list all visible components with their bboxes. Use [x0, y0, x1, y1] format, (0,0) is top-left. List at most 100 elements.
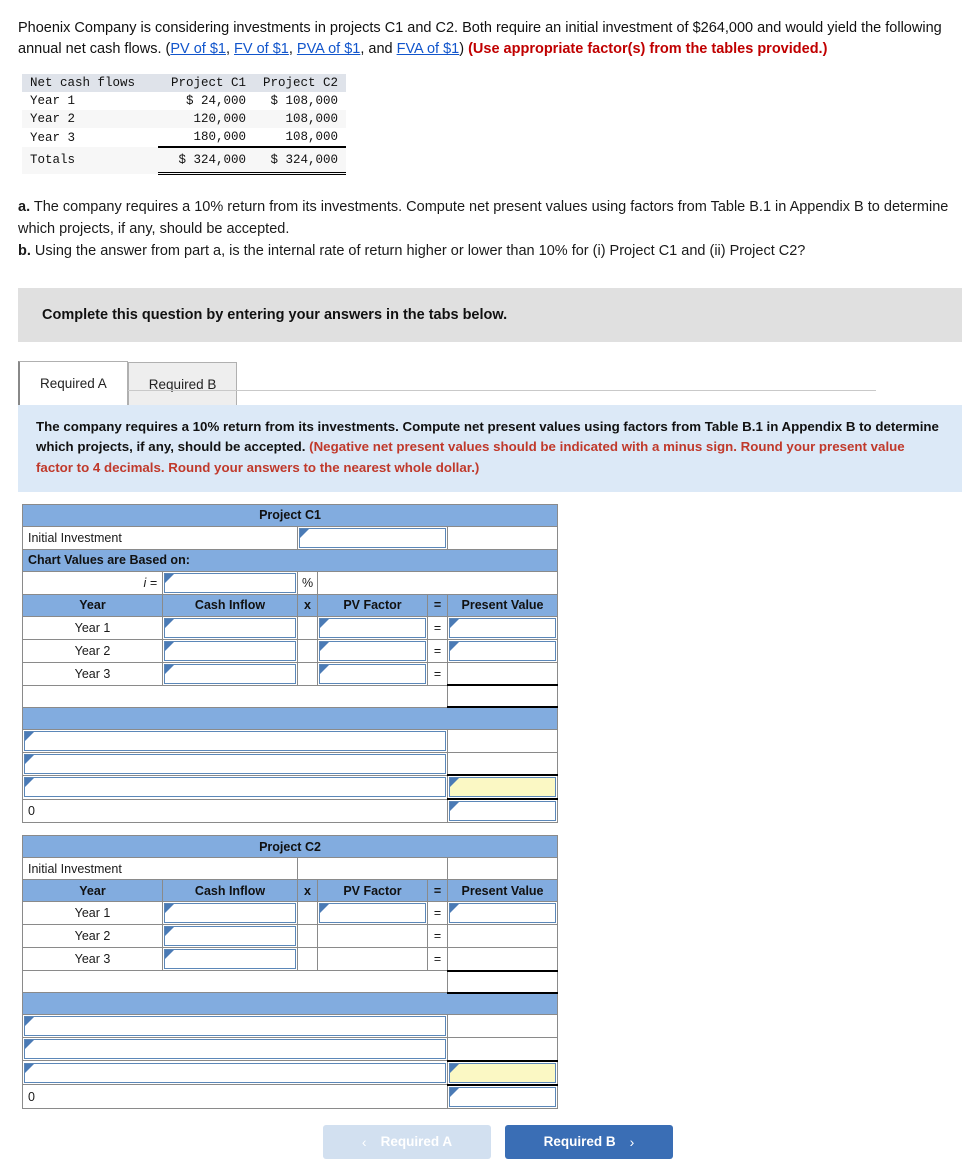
c2-subtotal-label [22, 970, 448, 994]
c2-subtotal-row [22, 970, 559, 994]
tab-required-a-label: Required A [40, 376, 107, 392]
c2-title-row: Project C2 [21, 835, 559, 859]
question-b: b. Using the answer from part a, is the … [18, 241, 962, 263]
c1-multiply-cell [297, 638, 318, 663]
c2-cash-inflow-cell[interactable] [162, 901, 298, 926]
c1-pv-factor-cell[interactable] [317, 638, 428, 663]
c2-net-present-value-input[interactable] [449, 1062, 557, 1083]
c2-year-label: Year 3 [22, 947, 163, 972]
c2-initial-investment-value [297, 857, 448, 881]
pva-of-1-link[interactable]: PVA of $1 [297, 41, 360, 57]
c1-multiply-cell [297, 615, 318, 640]
net-cash-flows-table-wrapper: Net cash flows Project C1 Project C2 Yea… [22, 74, 980, 176]
c1-initial-investment-row: Initial Investment [22, 525, 559, 550]
next-required-b-button[interactable]: Required B › [505, 1124, 673, 1159]
c1-year-label: Year 1 [22, 615, 163, 640]
c1-year2-cash-inflow-input[interactable] [164, 640, 296, 661]
c2-zero-label-cell: 0 [22, 1084, 448, 1109]
question-b-marker: b. [18, 242, 31, 259]
c1-year3-cash-inflow-input[interactable] [164, 663, 296, 684]
c1-summary-label-cell[interactable] [22, 728, 448, 753]
c2-initial-investment-row: Initial Investment [22, 857, 559, 881]
c2-summary-label-input-1[interactable] [24, 1016, 446, 1037]
c2-multiply-cell [297, 924, 318, 949]
c1-year2-present-value-input[interactable] [449, 640, 557, 661]
pv-of-1-link[interactable]: PV of $1 [170, 41, 226, 57]
c2-year3-cash-inflow-input[interactable] [164, 949, 296, 970]
c2-year1-present-value-input[interactable] [449, 903, 557, 924]
c2-cash-inflow-cell[interactable] [162, 947, 298, 972]
fva-of-1-link[interactable]: FVA of $1 [397, 41, 460, 57]
net-cash-flows-table: Net cash flows Project C1 Project C2 Yea… [22, 74, 346, 176]
c1-cash-inflow-cell[interactable] [162, 638, 298, 663]
cell-c2: 108,000 [254, 110, 346, 129]
separator: ) [459, 41, 469, 58]
c1-col-present-value: Present Value [446, 593, 559, 617]
c1-i-input-cell[interactable] [162, 570, 298, 595]
c2-year2-cash-inflow-input[interactable] [164, 926, 296, 947]
tab-required-a[interactable]: Required A [18, 361, 128, 406]
c2-year1-cash-inflow-input[interactable] [164, 903, 296, 924]
previous-button-label: Required A [380, 1134, 453, 1150]
c1-summary-label-input-3[interactable] [24, 777, 446, 798]
c2-multiply-cell [297, 901, 318, 926]
table-row: Year 2 120,000 108,000 [22, 110, 346, 129]
c2-accept-reject-input[interactable] [449, 1086, 557, 1107]
question-b-text: Using the answer from part a, is the int… [30, 242, 806, 259]
c2-initial-investment-blank [446, 857, 559, 881]
c1-summary-label-input-1[interactable] [24, 730, 446, 751]
c1-initial-investment-input-cell[interactable] [297, 525, 448, 550]
c2-cash-inflow-cell[interactable] [162, 924, 298, 949]
c1-year3-pv-factor-input[interactable] [319, 663, 426, 684]
c2-summary-label-input-2[interactable] [24, 1039, 446, 1060]
c1-net-present-value-input[interactable] [449, 777, 557, 798]
use-factors-note: (Use appropriate factor(s) from the tabl… [468, 41, 828, 58]
question-list: a. The company requires a 10% return fro… [18, 197, 962, 262]
c1-interest-rate-row: i = % [22, 570, 559, 595]
totals-c2: $ 324,000 [254, 146, 346, 176]
c2-pv-factor-cell[interactable] [317, 901, 428, 926]
c1-summary-label-input-2[interactable] [24, 753, 446, 774]
tab-required-b[interactable]: Required B [127, 362, 238, 406]
required-a-instructions: The company requires a 10% return from i… [18, 405, 962, 492]
c2-summary-label-cell[interactable] [22, 1037, 448, 1062]
totals-c1: $ 324,000 [158, 146, 254, 176]
c1-present-value-cell[interactable] [446, 638, 559, 663]
c1-interest-rate-input[interactable] [164, 572, 296, 593]
c2-present-value-cell[interactable] [446, 901, 559, 926]
c2-summary-label-input-3[interactable] [24, 1062, 446, 1083]
cell-c2: 108,000 [285, 130, 338, 145]
cell-c1: 120,000 [158, 110, 254, 129]
c2-col-present-value: Present Value [446, 879, 559, 903]
c1-summary-label-cell[interactable] [22, 774, 448, 800]
previous-required-a-button[interactable]: ‹ Required A [323, 1124, 491, 1159]
c2-equals-cell: = [427, 924, 448, 949]
c2-summary-label-cell[interactable] [22, 1014, 448, 1039]
c1-initial-investment-label: Initial Investment [22, 525, 298, 550]
c1-cash-inflow-cell[interactable] [162, 661, 298, 686]
c1-year2-pv-factor-input[interactable] [319, 640, 426, 661]
col-header-net-cash-flows: Net cash flows [22, 74, 158, 93]
c1-pv-factor-cell[interactable] [317, 615, 428, 640]
c2-summary-label-cell[interactable] [22, 1060, 448, 1086]
c1-year1-present-value-input[interactable] [449, 617, 557, 638]
fv-of-1-link[interactable]: FV of $1 [234, 41, 289, 57]
c2-final-value-cell[interactable] [446, 1084, 559, 1109]
c1-npv-highlight-cell[interactable] [446, 774, 559, 801]
c1-percent-symbol: % [297, 570, 318, 595]
c2-year1-pv-factor-input[interactable] [319, 903, 426, 924]
c1-present-value-cell[interactable] [446, 615, 559, 640]
c1-accept-reject-input[interactable] [449, 801, 557, 822]
row-label: Year 2 [22, 110, 158, 129]
c1-initial-investment-input[interactable] [299, 527, 446, 548]
c2-npv-highlight-cell[interactable] [446, 1060, 559, 1086]
c1-year1-cash-inflow-input[interactable] [164, 617, 296, 638]
c1-year1-pv-factor-input[interactable] [319, 617, 426, 638]
separator: , and [360, 41, 397, 58]
banner-text: Complete this question by entering your … [42, 307, 508, 324]
c1-pv-factor-cell[interactable] [317, 661, 428, 686]
c1-final-value-cell[interactable] [446, 798, 559, 824]
c1-cash-inflow-cell[interactable] [162, 615, 298, 640]
c2-summary-row [22, 1037, 559, 1062]
c1-summary-label-cell[interactable] [22, 751, 448, 776]
